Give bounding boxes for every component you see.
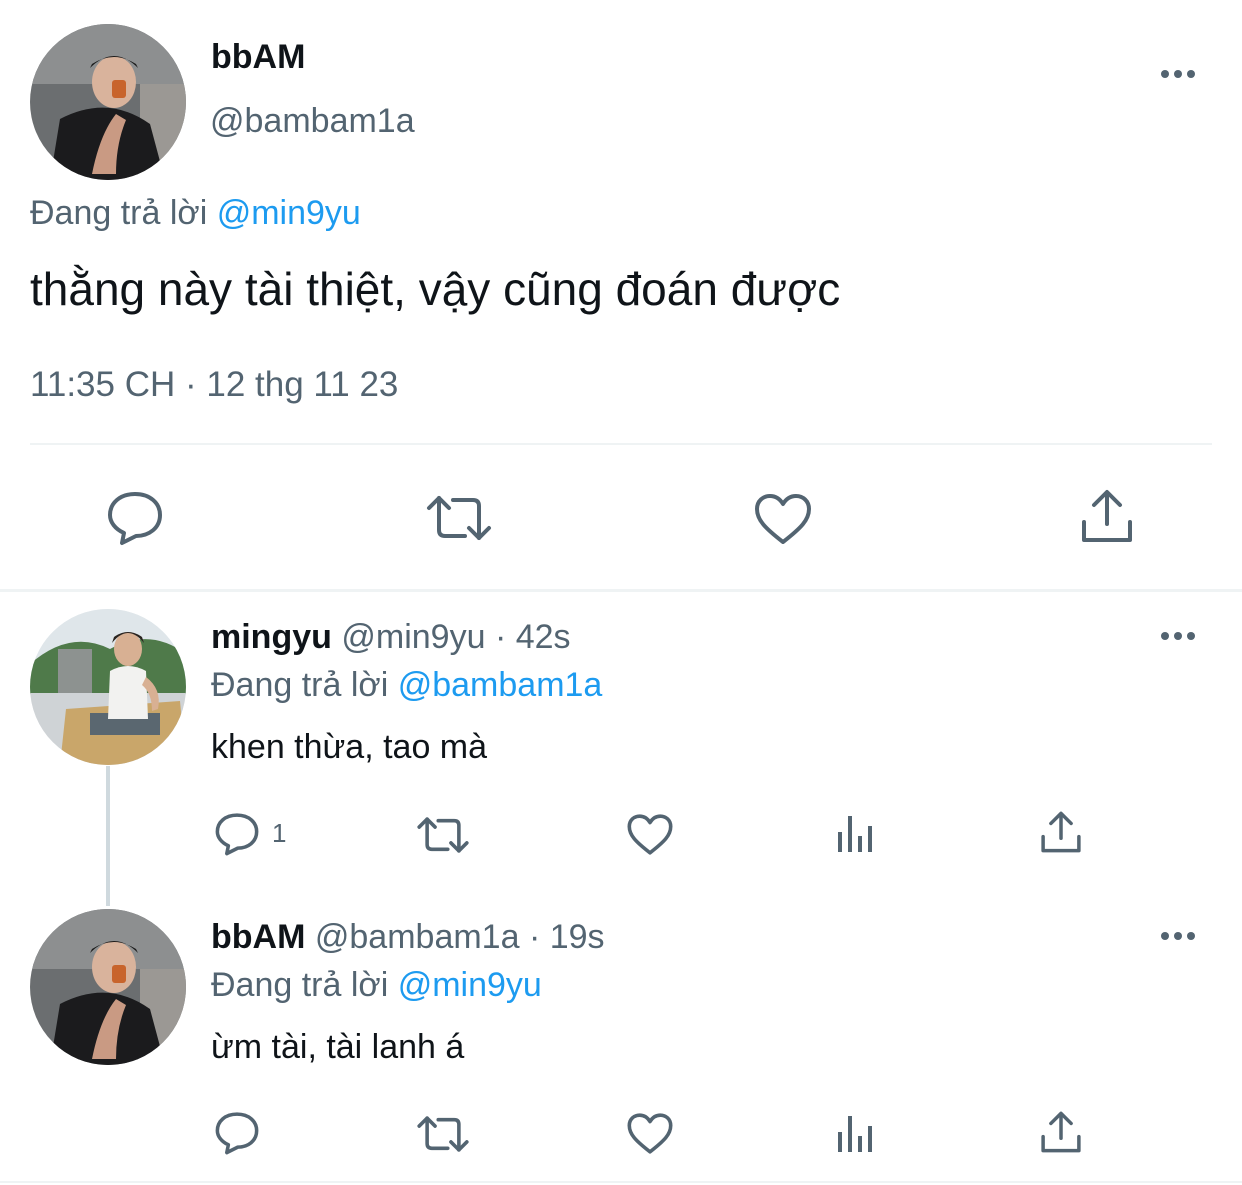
like-icon[interactable] bbox=[626, 1112, 674, 1155]
reply-prefix: Đang trả lời bbox=[30, 194, 208, 232]
reply-count: 1 bbox=[272, 818, 287, 848]
tweet-text: khen thừa, tao mà bbox=[211, 728, 488, 766]
display-name[interactable]: mingyu bbox=[211, 618, 332, 656]
more-icon[interactable] bbox=[1161, 70, 1195, 78]
retweet-icon[interactable] bbox=[416, 1113, 470, 1155]
reply-icon[interactable] bbox=[214, 812, 260, 856]
divider bbox=[30, 443, 1212, 445]
divider bbox=[0, 589, 1242, 592]
reply-context: Đang trả lời @bambam1a bbox=[211, 666, 602, 705]
share-icon[interactable] bbox=[1080, 488, 1134, 544]
more-icon[interactable] bbox=[1161, 932, 1195, 940]
more-icon[interactable] bbox=[1161, 632, 1195, 640]
reply-to-link[interactable]: @min9yu bbox=[398, 966, 542, 1004]
reply-context: Đang trả lời @min9yu bbox=[211, 966, 542, 1005]
handle[interactable]: @bambam1a bbox=[210, 102, 415, 141]
divider bbox=[0, 1181, 1242, 1183]
reply-header: mingyu @min9yu · 42s bbox=[211, 618, 571, 657]
tweet-timestamp[interactable]: 11:35 CH · 12 thg 11 23 bbox=[30, 365, 398, 405]
reply-context: Đang trả lời @min9yu bbox=[30, 194, 361, 233]
reply-prefix: Đang trả lời bbox=[211, 966, 389, 1004]
share-icon[interactable] bbox=[1040, 1110, 1082, 1154]
handle[interactable]: @bambam1a bbox=[315, 918, 520, 956]
reply-prefix: Đang trả lời bbox=[211, 666, 389, 704]
avatar[interactable] bbox=[30, 909, 186, 1065]
display-name[interactable]: bbAM bbox=[211, 38, 305, 77]
reply-to-link[interactable]: @min9yu bbox=[217, 194, 361, 232]
reply-header: bbAM @bambam1a · 19s bbox=[211, 918, 605, 957]
like-icon[interactable] bbox=[753, 492, 813, 546]
share-icon[interactable] bbox=[1040, 810, 1082, 854]
analytics-icon[interactable] bbox=[836, 812, 876, 854]
reply-icon[interactable] bbox=[106, 490, 164, 546]
display-name[interactable]: bbAM bbox=[211, 918, 305, 956]
handle[interactable]: @min9yu bbox=[341, 618, 485, 656]
reply-to-link[interactable]: @bambam1a bbox=[398, 666, 603, 704]
reply-icon[interactable] bbox=[214, 1111, 260, 1155]
reply-time[interactable]: · 19s bbox=[529, 918, 605, 956]
thread-line bbox=[106, 766, 110, 906]
tweet-text: ừm tài, tài lanh á bbox=[211, 1028, 465, 1066]
reply-time[interactable]: · 42s bbox=[495, 618, 571, 656]
retweet-icon[interactable] bbox=[425, 492, 493, 544]
retweet-icon[interactable] bbox=[416, 814, 470, 856]
avatar[interactable] bbox=[30, 24, 186, 180]
avatar[interactable] bbox=[30, 609, 186, 765]
analytics-icon[interactable] bbox=[836, 1112, 876, 1154]
tweet-text: thằng này tài thiệt, vậy cũng đoán được bbox=[30, 263, 841, 315]
like-icon[interactable] bbox=[626, 813, 674, 856]
